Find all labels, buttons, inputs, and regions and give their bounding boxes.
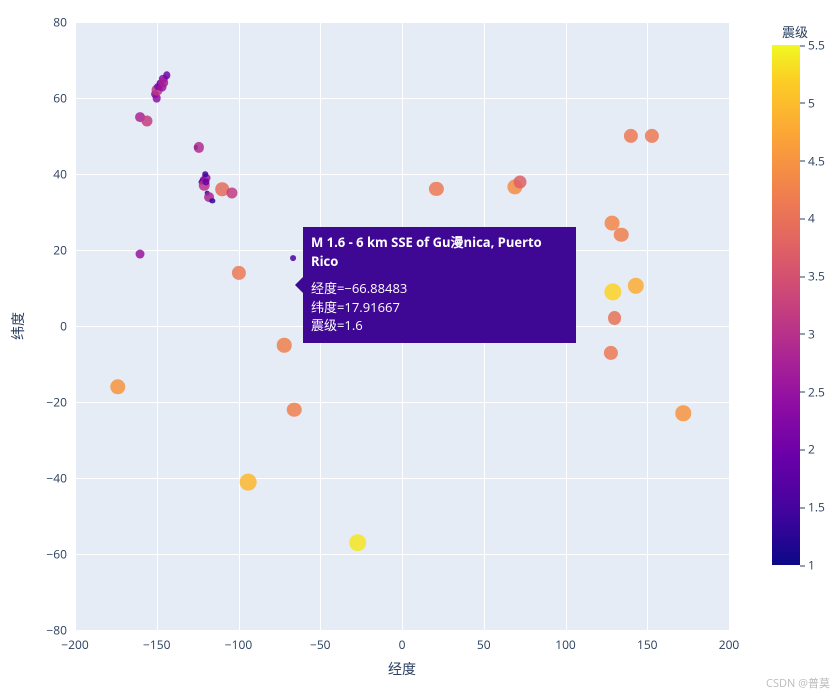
- gridline-horizontal: [75, 98, 729, 99]
- colorbar-tick: 5: [808, 94, 838, 111]
- gridline-horizontal: [75, 554, 729, 555]
- tooltip-mag: 震级=1.6: [311, 316, 568, 335]
- colorbar-tick: 4.5: [808, 152, 838, 169]
- x-tick: 0: [399, 636, 406, 653]
- gridline-horizontal: [75, 478, 729, 479]
- gridline-horizontal: [75, 22, 729, 23]
- scatter-chart: 经度 纬度 M 1.6 - 6 km SSE of Gu漫nica, Puert…: [0, 0, 838, 697]
- tooltip-title: M 1.6 - 6 km SSE of Gu漫nica, Puerto Rico: [311, 233, 568, 271]
- x-tick: 150: [637, 636, 658, 653]
- data-point[interactable]: [277, 338, 292, 353]
- data-point[interactable]: [287, 402, 302, 417]
- data-point[interactable]: [675, 406, 690, 421]
- data-point[interactable]: [110, 379, 125, 394]
- y-tick: −60: [46, 546, 67, 563]
- data-point[interactable]: [624, 129, 638, 143]
- colorbar-tick: 2.5: [808, 383, 838, 400]
- data-point[interactable]: [226, 187, 237, 198]
- gridline-horizontal: [75, 174, 729, 175]
- colorbar-tick: 2: [808, 441, 838, 458]
- data-point[interactable]: [645, 129, 659, 143]
- hover-tooltip: M 1.6 - 6 km SSE of Gu漫nica, Puerto Rico…: [303, 227, 576, 343]
- y-tick: 80: [53, 14, 67, 31]
- data-point[interactable]: [202, 171, 208, 177]
- data-point[interactable]: [604, 345, 618, 359]
- data-point[interactable]: [429, 182, 443, 196]
- x-tick: −200: [61, 636, 88, 653]
- x-tick: 200: [719, 636, 740, 653]
- colorbar[interactable]: [772, 45, 800, 565]
- data-point[interactable]: [240, 473, 257, 490]
- data-point[interactable]: [513, 175, 526, 188]
- gridline-vertical: [729, 22, 730, 630]
- data-point[interactable]: [194, 142, 204, 152]
- tooltip-lon: 经度=−66.88483: [311, 279, 568, 298]
- tooltip-arrow-icon: [295, 277, 303, 293]
- y-tick: −20: [46, 394, 67, 411]
- watermark: CSDN @普莫: [766, 675, 830, 691]
- colorbar-title: 震级: [782, 22, 808, 41]
- data-point[interactable]: [349, 534, 367, 552]
- y-tick: 0: [60, 318, 67, 335]
- data-point[interactable]: [628, 278, 644, 294]
- y-tick: 20: [53, 242, 67, 259]
- data-point[interactable]: [290, 255, 296, 261]
- y-tick: 60: [53, 90, 67, 107]
- colorbar-tick: 1.5: [808, 499, 838, 516]
- colorbar-tick: 5.5: [808, 37, 838, 54]
- x-tick: −100: [225, 636, 252, 653]
- x-tick: −150: [143, 636, 170, 653]
- tooltip-lat: 纬度=17.91667: [311, 298, 568, 317]
- data-point[interactable]: [608, 311, 622, 325]
- data-point[interactable]: [210, 198, 215, 203]
- data-point[interactable]: [136, 249, 145, 258]
- colorbar-tick: 1: [808, 557, 838, 574]
- gridline-horizontal: [75, 402, 729, 403]
- colorbar-tick: 4: [808, 210, 838, 227]
- gridline-horizontal: [75, 630, 729, 631]
- data-point[interactable]: [141, 115, 152, 126]
- y-tick: 40: [53, 166, 67, 183]
- x-axis-label: 经度: [75, 659, 729, 679]
- y-axis-label: 纬度: [8, 22, 28, 630]
- data-point[interactable]: [231, 266, 245, 280]
- data-point[interactable]: [614, 228, 629, 243]
- y-tick: −40: [46, 470, 67, 487]
- data-point[interactable]: [604, 283, 621, 300]
- data-point[interactable]: [163, 71, 170, 78]
- x-tick: −50: [310, 636, 331, 653]
- x-tick: 50: [477, 636, 491, 653]
- y-tick: −80: [46, 622, 67, 639]
- x-tick: 100: [555, 636, 576, 653]
- data-point[interactable]: [158, 78, 168, 88]
- colorbar-tick: 3: [808, 325, 838, 342]
- colorbar-tick: 3.5: [808, 268, 838, 285]
